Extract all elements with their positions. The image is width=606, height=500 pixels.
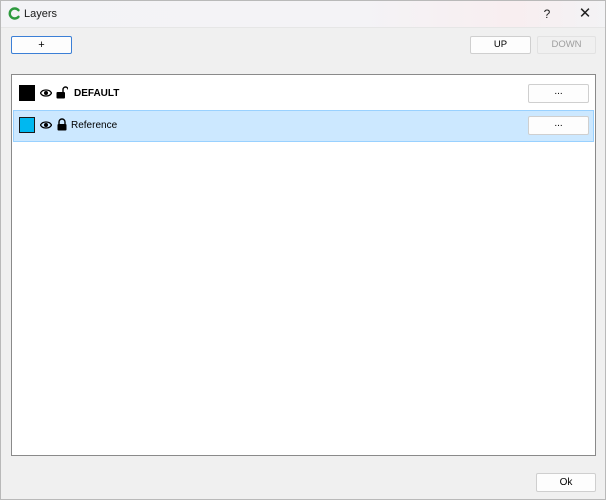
layer-list[interactable]: DEFAULT ... Reference ... (11, 74, 596, 456)
layer-color-swatch[interactable] (19, 85, 35, 101)
app-logo-icon (8, 7, 20, 20)
window-title: Layers (24, 8, 58, 20)
lock-icon[interactable] (56, 118, 68, 131)
help-button[interactable]: ? (529, 1, 565, 27)
layer-row-reference[interactable]: Reference ... (13, 110, 594, 142)
unlocked-icon[interactable] (56, 86, 68, 99)
add-layer-button[interactable]: + (11, 36, 72, 54)
layer-options-button[interactable]: ... (528, 84, 589, 103)
move-up-button[interactable]: UP (470, 36, 531, 54)
move-down-button[interactable]: DOWN (537, 36, 596, 54)
title-bar: Layers ? ✕ (1, 1, 605, 28)
eye-icon[interactable] (40, 120, 52, 130)
layer-name: Reference (71, 120, 118, 131)
layers-dialog: Layers ? ✕ + UP DOWN DEFAULT ... Referen… (0, 0, 606, 500)
close-button[interactable]: ✕ (567, 1, 603, 27)
eye-icon[interactable] (40, 88, 52, 98)
ok-button[interactable]: Ok (536, 473, 596, 492)
layer-row-default[interactable]: DEFAULT ... (13, 78, 594, 110)
layer-options-button[interactable]: ... (528, 116, 589, 135)
layer-color-swatch[interactable] (19, 117, 35, 133)
layer-name: DEFAULT (74, 88, 120, 99)
